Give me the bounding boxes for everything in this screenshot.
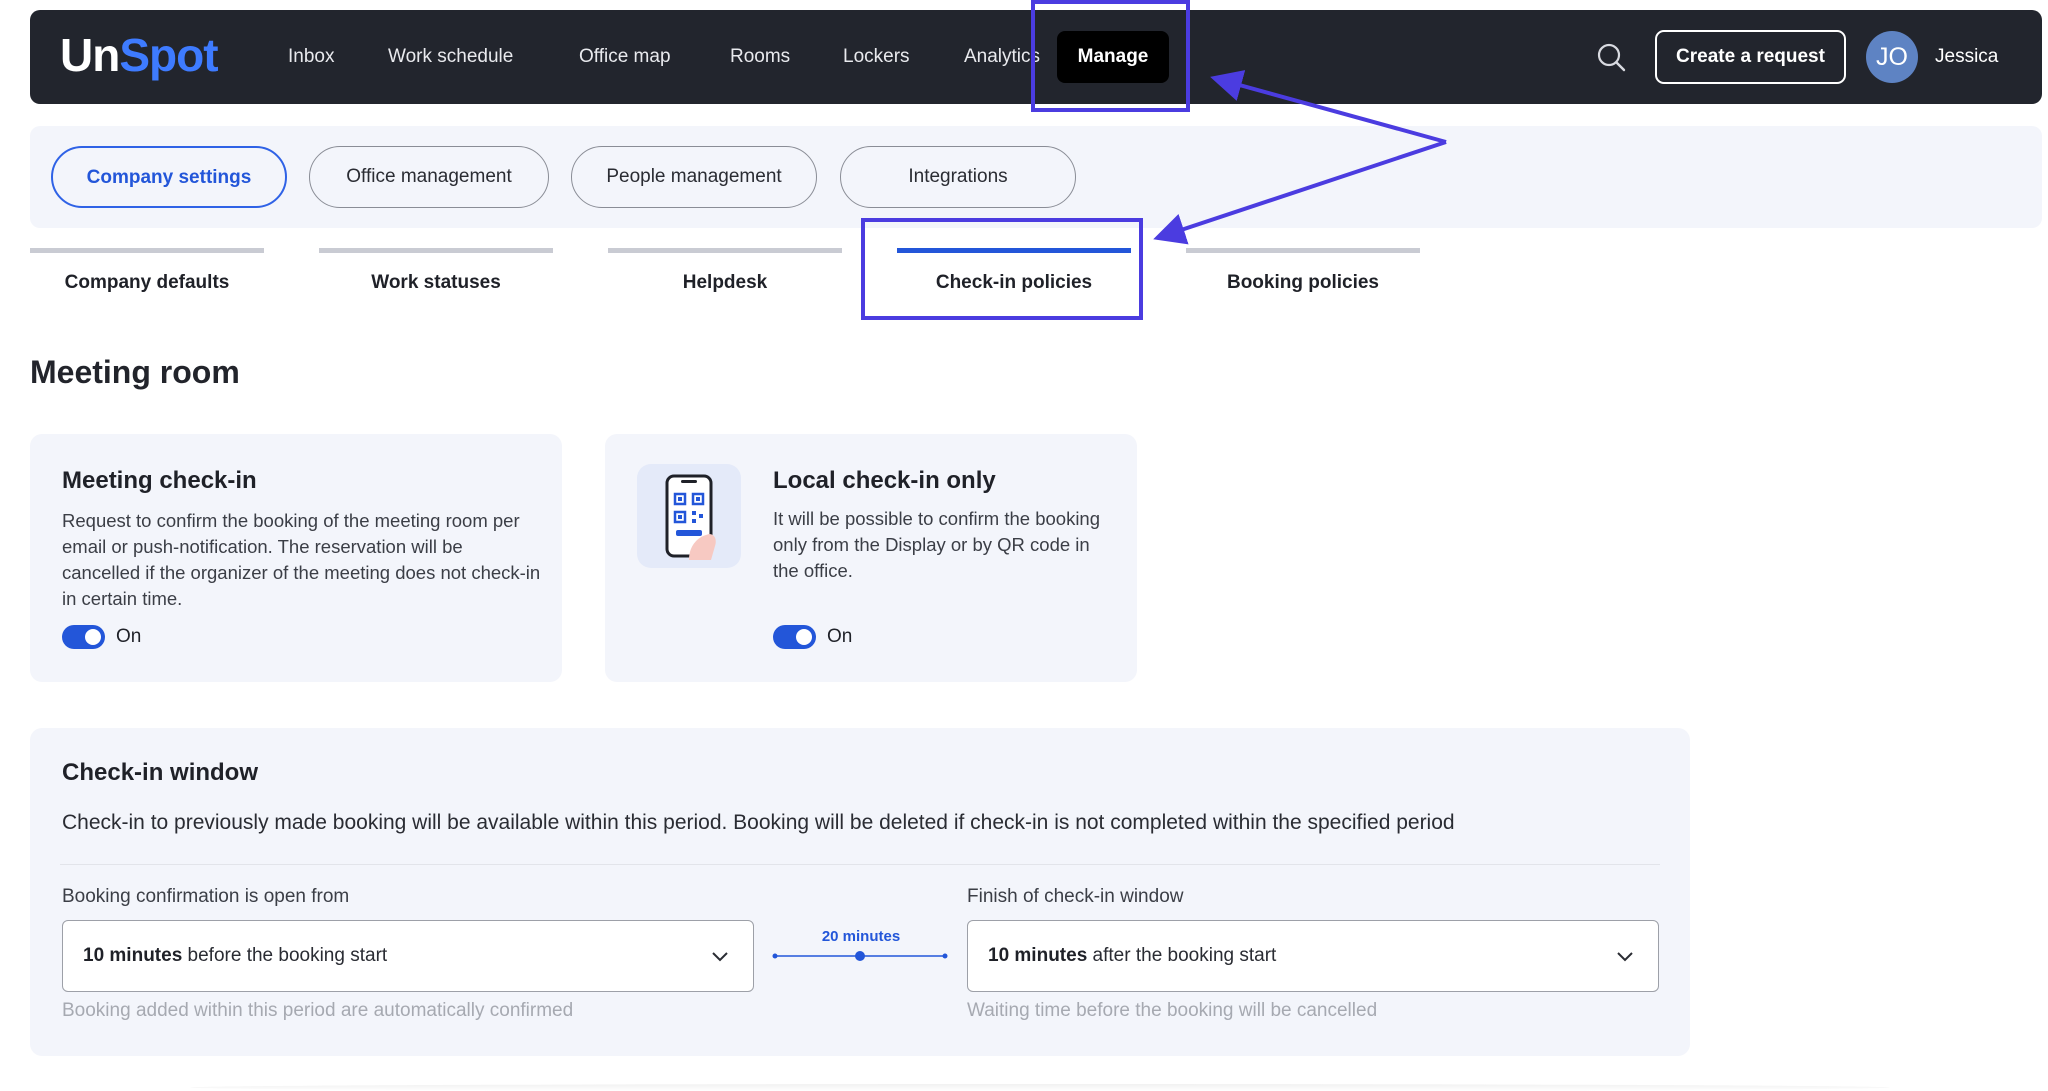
nav-analytics[interactable]: Analytics (964, 10, 1040, 104)
subtab-helpdesk[interactable]: Helpdesk (608, 248, 842, 308)
checkin-window-card: Check-in window Check-in to previously m… (30, 728, 1690, 1056)
local-checkin-toggle[interactable] (773, 625, 816, 649)
card-description: It will be possible to confirm the booki… (773, 508, 1101, 581)
subtab-company-defaults[interactable]: Company defaults (30, 248, 264, 308)
card-title: Check-in window (62, 759, 259, 786)
card-title: Local check-in only (773, 467, 996, 494)
create-request-button[interactable]: Create a request (1655, 30, 1846, 84)
subtab-label: Work statuses (371, 272, 501, 293)
select-value: 10 minutes after the booking start (988, 945, 1277, 966)
tab-integrations[interactable]: Integrations (840, 146, 1076, 208)
chevron-down-icon (1617, 952, 1633, 962)
annotation-highlight-checkin-tab (861, 218, 1143, 320)
local-checkin-card: Local check-in only It will be possible … (605, 434, 1137, 682)
bottom-shadow (190, 1084, 1890, 1091)
toggle-knob (796, 629, 812, 645)
nav-rooms[interactable]: Rooms (730, 10, 790, 104)
settings-tab-bar: Company settings Office management Peopl… (30, 126, 2042, 228)
avatar[interactable]: JO (1866, 31, 1918, 83)
phone-qr-icon (637, 464, 741, 568)
open-from-hint: Booking added within this period are aut… (62, 1000, 574, 1021)
nav-work-schedule[interactable]: Work schedule (388, 10, 513, 104)
range-duration-label: 20 minutes (821, 928, 901, 945)
section-title: Meeting room (30, 354, 240, 390)
subtab-indicator (1186, 248, 1420, 253)
divider (60, 864, 1660, 865)
meeting-checkin-card: Meeting check-in Request to confirm the … (30, 434, 562, 682)
nav-lockers[interactable]: Lockers (843, 10, 910, 104)
subtab-indicator (608, 248, 842, 253)
nav-inbox[interactable]: Inbox (288, 10, 334, 104)
range-connector (772, 951, 948, 961)
subtab-indicator (319, 248, 553, 253)
open-from-label: Booking confirmation is open from (62, 886, 350, 907)
subtab-indicator (30, 248, 264, 253)
toggle-label: On (116, 626, 142, 647)
finish-hint: Waiting time before the booking will be … (967, 1000, 1378, 1021)
unspot-logo[interactable]: UnSpot (60, 26, 219, 84)
subtab-label: Company defaults (64, 272, 230, 293)
tab-company-settings[interactable]: Company settings (51, 146, 287, 208)
select-value: 10 minutes before the booking start (83, 945, 388, 966)
card-description: Request to confirm the booking of the me… (62, 510, 541, 609)
subtab-work-statuses[interactable]: Work statuses (319, 248, 553, 308)
annotation-highlight-manage (1031, 0, 1190, 112)
tab-office-management[interactable]: Office management (309, 146, 549, 208)
finish-select[interactable]: 10 minutes after the booking start (967, 920, 1659, 992)
toggle-label: On (827, 626, 853, 647)
user-name[interactable]: Jessica (1935, 10, 1998, 104)
toggle-knob (85, 629, 101, 645)
card-title: Meeting check-in (62, 467, 257, 494)
finish-label: Finish of check-in window (967, 886, 1184, 907)
card-description: Check-in to previously made booking will… (62, 811, 1455, 834)
subtab-label: Booking policies (1226, 272, 1380, 293)
subtab-booking-policies[interactable]: Booking policies (1186, 248, 1420, 308)
meeting-checkin-toggle[interactable] (62, 625, 105, 649)
open-from-select[interactable]: 10 minutes before the booking start (62, 920, 754, 992)
nav-office-map[interactable]: Office map (579, 10, 671, 104)
tab-people-management[interactable]: People management (571, 146, 817, 208)
subtab-label: Helpdesk (682, 272, 768, 293)
search-icon[interactable] (1596, 42, 1626, 72)
chevron-down-icon (712, 952, 728, 962)
